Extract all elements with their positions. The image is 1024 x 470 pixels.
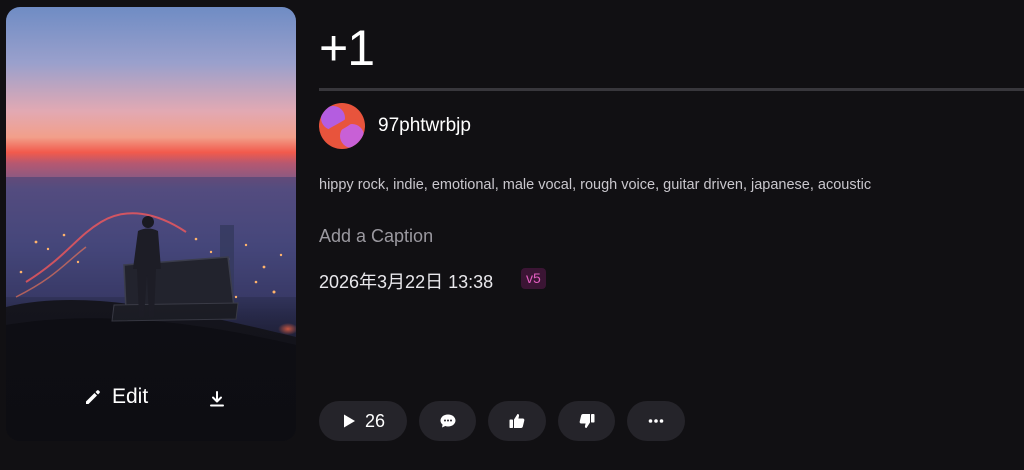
download-icon bbox=[208, 390, 226, 408]
cover-art: Edit bbox=[6, 7, 296, 441]
song-detail-page: Edit +1 97phtwrbjp hippy rock, indie, em… bbox=[0, 0, 1024, 470]
download-button[interactable] bbox=[204, 386, 230, 412]
thumbs-up-icon bbox=[508, 412, 526, 430]
style-tags: hippy rock, indie, emotional, male vocal… bbox=[319, 177, 872, 193]
created-date: 2026年3月22日 13:38 bbox=[319, 272, 494, 292]
comment-button[interactable] bbox=[419, 401, 476, 441]
song-title: +1 bbox=[319, 20, 375, 76]
edit-button[interactable]: Edit bbox=[84, 385, 148, 409]
comment-icon bbox=[439, 412, 457, 430]
caption-field[interactable]: Add a Caption bbox=[319, 226, 433, 247]
divider bbox=[319, 88, 1024, 91]
cover-actions: Edit bbox=[6, 385, 296, 413]
more-icon bbox=[647, 412, 665, 430]
like-button[interactable] bbox=[488, 401, 546, 441]
dislike-button[interactable] bbox=[558, 401, 615, 441]
more-options-button[interactable] bbox=[627, 401, 685, 441]
play-button[interactable]: 26 bbox=[319, 401, 407, 441]
pencil-icon bbox=[84, 388, 102, 406]
play-icon bbox=[341, 413, 357, 429]
thumbs-down-icon bbox=[578, 412, 596, 430]
author-link[interactable]: 97phtwrbjp bbox=[378, 115, 471, 137]
cover-image bbox=[6, 7, 296, 441]
version-badge: v5 bbox=[521, 268, 546, 289]
edit-label: Edit bbox=[112, 385, 149, 408]
avatar[interactable] bbox=[319, 103, 365, 149]
play-count: 26 bbox=[364, 410, 386, 431]
